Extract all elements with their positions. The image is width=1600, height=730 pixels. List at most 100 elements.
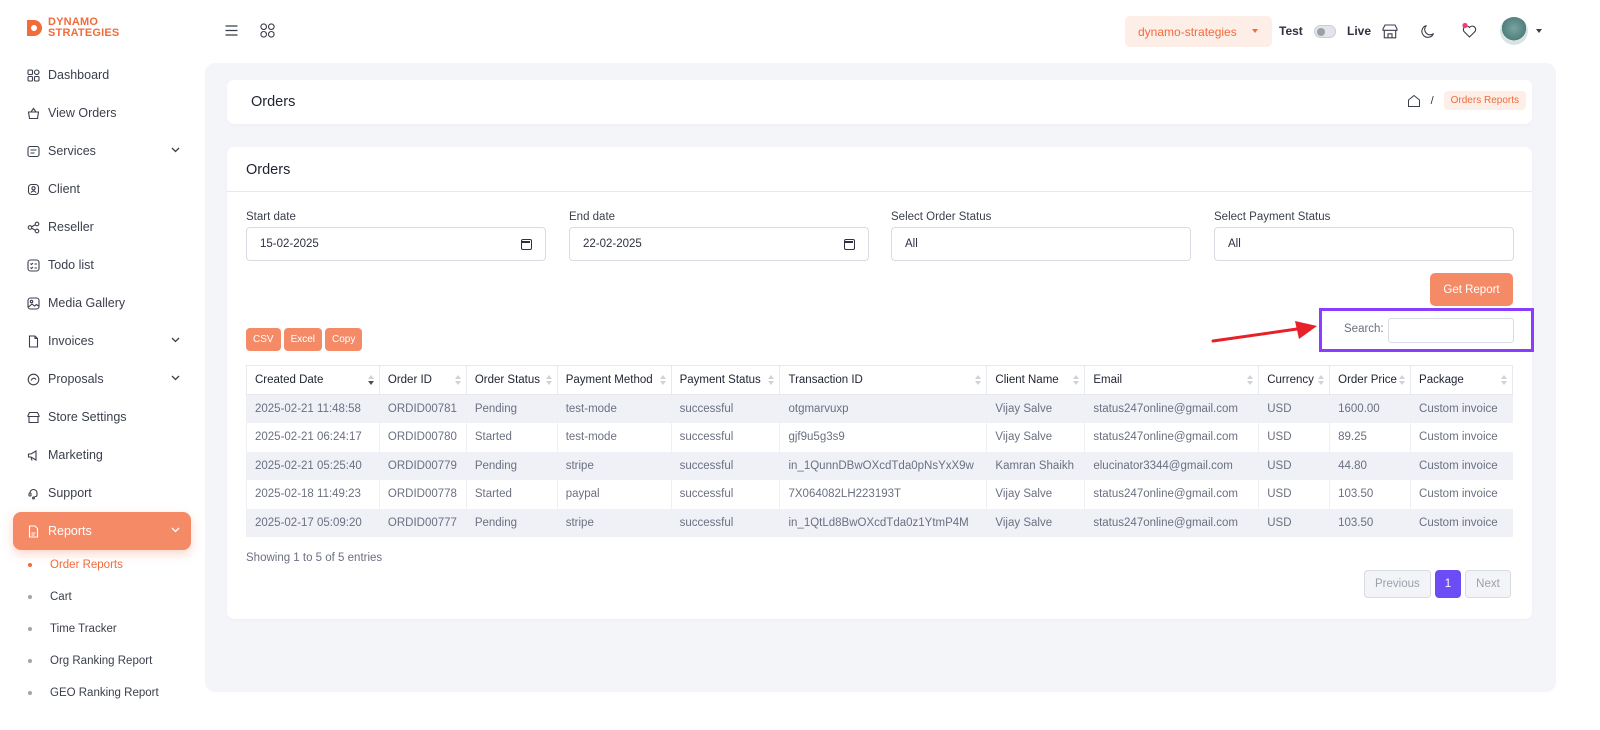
sidebar-item-marketing[interactable]: Marketing [13, 436, 191, 474]
submenu-item-label: Org Ranking Report [50, 655, 153, 667]
end-date-input[interactable]: 22-02-2025 [569, 227, 869, 261]
calendar-icon[interactable] [844, 239, 855, 250]
column-header-payment-method[interactable]: Payment Method [556, 365, 672, 395]
organization-select[interactable]: dynamo-strategies [1125, 16, 1272, 47]
table-cell: in_1QunnDBwOXcdTda0pNsYxX9w [779, 451, 987, 480]
table-cell: USD [1258, 480, 1330, 509]
home-icon[interactable] [1407, 94, 1421, 108]
brand-logo[interactable]: DYNAMO STRATEGIES [25, 17, 119, 39]
table-row[interactable]: 2025-02-21 05:25:40 ORDID00779 Pending stri… [246, 451, 1513, 480]
table-cell: ORDID00777 [378, 508, 467, 537]
sidebar-item-label: Client [48, 182, 80, 196]
sidebar-item-reseller[interactable]: Reseller [13, 208, 191, 246]
sidebar-item-media-gallery[interactable]: Media Gallery [13, 284, 191, 322]
table-row[interactable]: 2025-02-21 11:48:58 ORDID00781 Pending test… [246, 394, 1513, 423]
table-cell: ORDID00778 [378, 480, 467, 509]
column-header-package[interactable]: Package [1410, 365, 1513, 395]
payment-status-select[interactable]: All [1214, 227, 1514, 261]
table-cell: 1600.00 [1329, 394, 1411, 423]
submenu-item-org-ranking-report[interactable]: Org Ranking Report [28, 645, 198, 677]
pagination-next-button[interactable]: Next [1465, 570, 1511, 598]
sidebar-item-proposals[interactable]: Proposals [13, 360, 191, 398]
table-cell: successful [670, 508, 780, 537]
reseller-icon [26, 220, 40, 234]
excel-export-button[interactable]: Excel [283, 328, 323, 351]
column-header-order-status[interactable]: Order Status [465, 365, 558, 395]
table-row[interactable]: 2025-02-21 06:24:17 ORDID00780 Started test… [246, 423, 1513, 452]
table-cell: USD [1258, 423, 1330, 452]
table-cell: Vijay Salve [986, 480, 1085, 509]
user-avatar[interactable] [1500, 17, 1528, 45]
column-header-transaction-id[interactable]: Transaction ID [779, 365, 988, 395]
column-header-payment-status[interactable]: Payment Status [670, 365, 781, 395]
submenu-item-label: Cart [50, 591, 72, 603]
table-row[interactable]: 2025-02-18 11:49:23 ORDID00778 Started payp… [246, 480, 1513, 509]
sort-icon [975, 375, 982, 386]
caret-down-icon[interactable] [1536, 29, 1542, 33]
calendar-icon[interactable] [521, 239, 532, 250]
table-cell: Pending [465, 508, 558, 537]
test-mode-label: Test [1279, 24, 1303, 38]
sidebar-item-client[interactable]: Client [13, 170, 191, 208]
live-mode-label: Live [1347, 24, 1372, 38]
column-header-label: Currency [1267, 374, 1314, 386]
sidebar-item-todo-list[interactable]: Todo list [13, 246, 191, 284]
column-header-created-date[interactable]: Created Date [246, 365, 380, 395]
chevron-down-icon [171, 527, 180, 533]
column-header-client-name[interactable]: Client Name [986, 365, 1086, 395]
table-cell: successful [670, 394, 780, 423]
table-cell: 2025-02-18 11:49:23 [246, 480, 380, 509]
column-header-label: Created Date [255, 374, 324, 386]
sidebar-item-dashboard[interactable]: Dashboard [13, 56, 191, 94]
table-cell: status247online@gmail.com [1084, 480, 1259, 509]
sidebar-item-invoices[interactable]: Invoices [13, 322, 191, 360]
dark-mode-moon-icon[interactable] [1421, 24, 1436, 39]
sidebar: DYNAMO STRATEGIES Dashboard View Orders … [0, 0, 205, 730]
notification-heart-icon[interactable] [1461, 22, 1478, 39]
gallery-icon [26, 296, 40, 310]
sidebar-item-reports[interactable]: Reports [13, 512, 191, 550]
column-header-order-id[interactable]: Order ID [378, 365, 467, 395]
chevron-down-icon [171, 337, 180, 343]
sidebar-item-services[interactable]: Services [13, 132, 191, 170]
csv-export-button[interactable]: CSV [246, 328, 281, 351]
start-date-input[interactable]: 15-02-2025 [246, 227, 546, 261]
sort-icon [367, 375, 374, 386]
submenu-item-geo-ranking-report[interactable]: GEO Ranking Report [28, 677, 198, 709]
organization-select-value: dynamo-strategies [1138, 24, 1237, 39]
column-header-currency[interactable]: Currency [1258, 365, 1331, 395]
sidebar-item-store-settings[interactable]: Store Settings [13, 398, 191, 436]
table-cell: test-mode [556, 394, 672, 423]
order-status-label: Select Order Status [891, 211, 992, 223]
sidebar-item-support[interactable]: Support [13, 474, 191, 512]
search-input[interactable] [1388, 318, 1514, 343]
submenu-item-cart[interactable]: Cart [28, 581, 198, 613]
breadcrumb-current: Orders Reports [1443, 91, 1526, 110]
table-cell: 2025-02-21 05:25:40 [246, 451, 380, 480]
sidebar-item-view-orders[interactable]: View Orders [13, 94, 191, 132]
submenu-item-order-reports[interactable]: Order Reports [28, 549, 198, 581]
copy-export-button[interactable]: Copy [325, 328, 363, 351]
hamburger-menu-icon[interactable] [225, 25, 238, 36]
order-status-select[interactable]: All [891, 227, 1191, 261]
table-cell: stripe [556, 451, 672, 480]
column-header-order-price[interactable]: Order Price [1329, 365, 1412, 395]
store-icon[interactable] [1382, 24, 1398, 39]
table-cell: USD [1258, 508, 1330, 537]
table-cell: Vijay Salve [986, 394, 1085, 423]
test-live-toggle[interactable] [1314, 25, 1336, 38]
get-report-button[interactable]: Get Report [1430, 273, 1513, 306]
submenu-item-time-tracker[interactable]: Time Tracker [28, 613, 198, 645]
orders-card: Orders Start date 15-02-2025 End date 22… [227, 147, 1534, 619]
submenu-item-label: Time Tracker [50, 623, 117, 635]
table-cell: 44.80 [1329, 451, 1411, 480]
order-status-field: Select Order Status All [891, 211, 1191, 261]
pagination-previous-button[interactable]: Previous [1364, 570, 1431, 598]
chevron-down-icon [171, 375, 180, 381]
apps-grid-icon[interactable] [260, 23, 275, 38]
sort-icon [1247, 375, 1254, 386]
invoice-icon [26, 334, 40, 348]
column-header-email[interactable]: Email [1084, 365, 1260, 395]
pagination-page-1-button[interactable]: 1 [1434, 570, 1462, 598]
table-row[interactable]: 2025-02-17 05:09:20 ORDID00777 Pending stri… [246, 508, 1513, 537]
